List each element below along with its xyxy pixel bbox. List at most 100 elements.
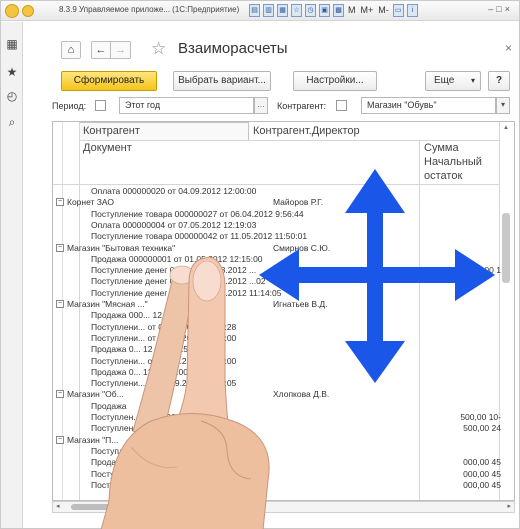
- table-row[interactable]: Поступ... 45 000,00: [53, 480, 501, 491]
- table-row[interactable]: Продаж... 45 000,00: [53, 457, 501, 468]
- group-row[interactable]: − Магазин "Мясная ..." Игнатьев В.Д.: [53, 299, 499, 310]
- document-cell: Продаж...: [91, 457, 129, 468]
- vertical-scrollbar[interactable]: ▲: [500, 123, 512, 501]
- counterparty-checkbox[interactable]: [336, 100, 347, 111]
- generate-button[interactable]: Сформировать: [61, 71, 157, 91]
- home-button[interactable]: ⌂: [61, 41, 81, 59]
- apps-grid-icon[interactable]: ▦: [6, 38, 18, 50]
- table-row[interactable]: Оплата 000000020 от 04.09.2012 12:00:00: [53, 186, 499, 197]
- left-sidebar: ▦ ★ ◴ ⌕: [1, 22, 23, 528]
- collapse-group-icon[interactable]: −: [56, 198, 64, 207]
- memory-plus-button[interactable]: M+: [360, 4, 375, 17]
- back-button[interactable]: ←: [91, 41, 111, 59]
- table-row[interactable]: Продажа 000000001 от 01.05.2012 12:15:00: [53, 254, 499, 265]
- choose-variant-button[interactable]: Выбрать вариант...: [173, 71, 271, 91]
- director-cell: Игнатьев В.Д.: [273, 299, 328, 309]
- group-row[interactable]: − Корнет ЗАО Майоров Р.Г.: [53, 197, 499, 208]
- group-row[interactable]: − Магазин "П...: [53, 435, 499, 446]
- collapse-group-icon[interactable]: −: [56, 300, 64, 308]
- document-cell: Поступлени... от 05.08.2012 15:35:28: [91, 321, 237, 332]
- document-cell: Продажа: [91, 400, 127, 411]
- period-select-button[interactable]: …: [254, 97, 268, 114]
- table-row[interactable]: Продажа: [53, 401, 499, 412]
- document-cell: Поступлен...: [91, 445, 141, 456]
- collapse-group-icon[interactable]: −: [56, 390, 64, 399]
- counterparty-dropdown-button[interactable]: ▾: [496, 97, 510, 114]
- vertical-scroll-thumb[interactable]: [502, 213, 510, 283]
- table-row[interactable]: Продажа 000... 12 16:14:00: [53, 310, 499, 321]
- history-clock-icon[interactable]: ◴: [6, 90, 18, 102]
- page-title: Взаиморасчеты: [178, 40, 288, 57]
- horizontal-scrollbar[interactable]: ◂ ▸: [52, 501, 515, 513]
- counterparty-cell: Магазин "Бытовая техника": [67, 242, 176, 253]
- app-menu-icon[interactable]: [22, 5, 34, 17]
- add-favorite-icon[interactable]: ☆: [151, 39, 166, 59]
- horizontal-scroll-thumb[interactable]: [71, 504, 221, 510]
- period-checkbox[interactable]: [95, 100, 106, 111]
- row-divider: [79, 140, 499, 141]
- group-row[interactable]: − Магазин "Бытовая техника" Смирнов С.Ю.: [53, 243, 499, 254]
- header-counterparty: Контрагент: [83, 125, 140, 137]
- header-document: Документ: [83, 142, 132, 154]
- memory-button[interactable]: M: [347, 4, 357, 17]
- table-row[interactable]: Поступлени... от 28.08.2012 12:00:00: [53, 333, 499, 344]
- favorites-star-icon[interactable]: ★: [6, 66, 18, 78]
- history-icon[interactable]: ◷: [305, 4, 316, 17]
- collapse-group-icon[interactable]: −: [56, 243, 64, 252]
- table-row[interactable]: Поступлени... от 04.09.2012 10:30:00: [53, 356, 499, 367]
- table-row[interactable]: Продажа 0... 12 12:05:00: [53, 367, 499, 378]
- info-icon[interactable]: i: [406, 4, 418, 17]
- table-row[interactable]: Поступлен... 14:06:20 24 500,00: [53, 423, 501, 434]
- director-cell: Хлопкова Д.В.: [273, 389, 330, 400]
- memory-minus-button[interactable]: M-: [377, 4, 390, 17]
- document-cell: Поступление денег 000... от 05.08.2012 .…: [91, 265, 257, 276]
- document-cell: Поступление товара 000000027 от 06.04.20…: [91, 208, 304, 219]
- window-icon[interactable]: ▭: [392, 4, 404, 17]
- table-row[interactable]: Поступлен... 19:18:02 -10 500,00: [53, 412, 501, 423]
- row-divider: [53, 184, 499, 185]
- counterparty-field[interactable]: Магазин "Обувь": [361, 97, 496, 114]
- search-icon[interactable]: ⌕: [6, 116, 18, 128]
- document-cell: Оплата 000000004 от 07.05.2012 12:19:03: [91, 219, 257, 230]
- calculator-icon[interactable]: ▩: [333, 4, 344, 17]
- more-button[interactable]: Еще ▾: [425, 71, 481, 91]
- period-field[interactable]: Этот год: [119, 97, 254, 114]
- table-row[interactable]: Поступлен...: [53, 446, 499, 457]
- app-logo-icon[interactable]: [5, 4, 19, 18]
- close-form-icon[interactable]: ×: [505, 41, 512, 55]
- table-row[interactable]: Поступление денег 000... от 03.09.2012 .…: [53, 276, 499, 287]
- close-window-icon[interactable]: ×: [505, 4, 513, 14]
- help-button[interactable]: ?: [488, 71, 510, 91]
- save-icon[interactable]: ▤: [249, 4, 260, 17]
- report-spreadsheet[interactable]: Контрагент Контрагент.Директор Документ …: [52, 121, 515, 501]
- print-icon[interactable]: ▥: [263, 4, 274, 17]
- forward-button[interactable]: →: [111, 41, 131, 59]
- table-row[interactable]: Поступление товара 000000042 от 11.05.20…: [53, 231, 499, 242]
- table-row[interactable]: Поступление товара 000000027 от 06.04.20…: [53, 209, 499, 220]
- document-cell: Продажа 0... 12 10:20:25: [91, 344, 188, 355]
- table-row[interactable]: Оплата 000000004 от 07.05.2012 12:19:03: [53, 220, 499, 231]
- table-row[interactable]: Продажа 0... 12 10:20:25: [53, 344, 499, 355]
- scroll-right-icon[interactable]: ▸: [507, 502, 511, 510]
- counterparty-cell: Магазин "П...: [67, 434, 119, 445]
- table-row[interactable]: Поступлени... от 05.09.2012 12:10:05: [53, 378, 499, 389]
- table-row[interactable]: Поступление денег 000... от 05.08.2012 .…: [53, 265, 501, 276]
- scroll-left-icon[interactable]: ◂: [56, 502, 60, 510]
- maximize-icon[interactable]: □: [496, 4, 504, 14]
- calendar-icon[interactable]: ▣: [319, 4, 330, 17]
- favorites-icon[interactable]: ☆: [291, 4, 302, 17]
- title-bar: 8.3.9 Управляемое приложе... (1С:Предпри…: [1, 1, 519, 21]
- table-row[interactable]: Поступлени... от 05.08.2012 15:35:28: [53, 322, 499, 333]
- document-cell: Поступлени... от 28.08.2012 12:00:00: [91, 332, 237, 343]
- table-row[interactable]: Поступление денег 000... от 05.09.2012 1…: [53, 288, 499, 299]
- preview-icon[interactable]: ▦: [277, 4, 288, 17]
- group-row[interactable]: − Магазин "Об... Хлопкова Д.В.: [53, 389, 499, 400]
- director-cell: Смирнов С.Ю.: [273, 242, 331, 253]
- scroll-up-icon[interactable]: ▲: [503, 125, 509, 131]
- period-label: Период:: [52, 101, 87, 111]
- settings-button[interactable]: Настройки...: [293, 71, 377, 91]
- collapse-group-icon[interactable]: −: [56, 435, 64, 444]
- document-cell: Поступлени... от 05.09.2012 12:10:05: [91, 378, 237, 389]
- counterparty-cell: Корнет ЗАО: [67, 197, 115, 208]
- table-row[interactable]: Поступ... 45 000,00: [53, 469, 501, 480]
